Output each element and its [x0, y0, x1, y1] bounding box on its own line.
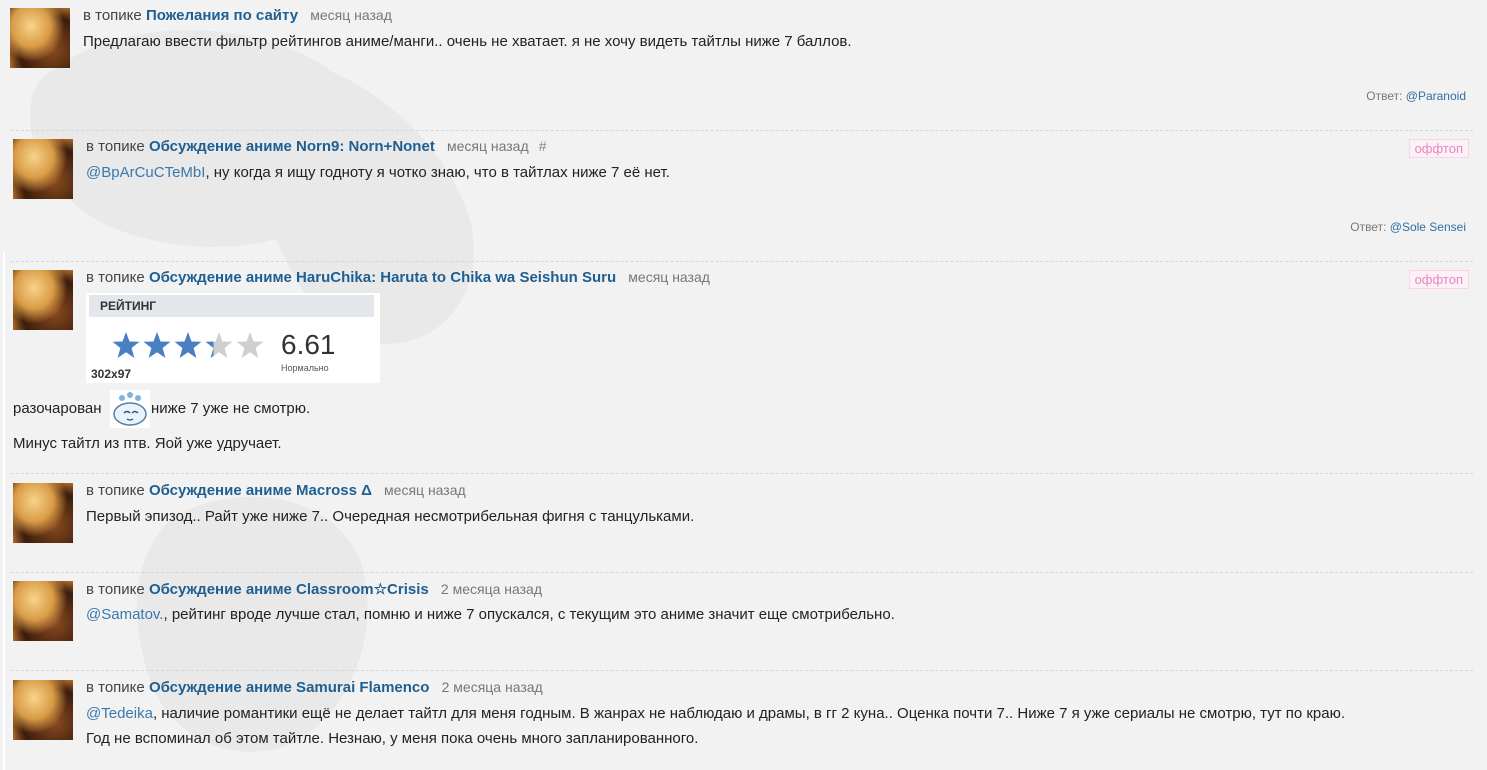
comment-divider: [11, 670, 1473, 671]
star-icon: [143, 332, 171, 358]
topic-link[interactable]: Пожелания по сайту: [146, 7, 298, 24]
reply-line: Ответ: @Sole Sensei: [1350, 220, 1466, 234]
background-figure: [30, 30, 474, 752]
timestamp-link[interactable]: 2 месяца назад: [442, 679, 543, 695]
comment-text-rest: , наличие романтики ещё не делает тайтл …: [152, 705, 1346, 722]
empty-star-icon: [236, 332, 264, 358]
timestamp-link[interactable]: месяц назад: [447, 138, 529, 154]
topic-prefix: в топике: [86, 482, 145, 499]
permalink-hash[interactable]: #: [539, 138, 547, 154]
reply-label: Ответ:: [1366, 89, 1403, 103]
topic-prefix: в топике: [83, 7, 142, 24]
rating-stars: [112, 332, 264, 358]
star-icon: [112, 332, 140, 358]
comment-text: Год не вспоминал об этом тайтле. Незнаю,…: [86, 730, 699, 747]
comment-text: @BpArCuCTeMbI, ну когда я ищу годноту я …: [86, 164, 670, 181]
mention-link[interactable]: @Samatov.: [86, 606, 163, 623]
avatar[interactable]: [13, 139, 73, 199]
topic-link[interactable]: Обсуждение аниме Samurai Flamenco: [149, 679, 430, 696]
comment-text: Первый эпизод.. Райт уже ниже 7.. Очеред…: [86, 508, 695, 525]
image-dimensions: 302x97: [91, 367, 132, 381]
rating-score-label: Нормально: [281, 363, 329, 373]
avatar[interactable]: [13, 581, 73, 641]
timestamp-link[interactable]: месяц назад: [384, 482, 466, 498]
offtop-tag: оффтоп: [1408, 270, 1469, 289]
comment-text: @Tedeika, наличие романтики ещё не делае…: [86, 705, 1345, 722]
comment-divider: [11, 130, 1473, 131]
topic-link[interactable]: Обсуждение аниме Macross Δ: [149, 482, 372, 499]
rating-score: 6.61: [281, 329, 336, 360]
avatar[interactable]: [13, 680, 73, 740]
topic-link[interactable]: Обсуждение аниме HaruChika: Haruta to Ch…: [149, 269, 616, 286]
comment-divider: [11, 473, 1473, 474]
reply-label: Ответ:: [1350, 220, 1387, 234]
sweating-emoji-icon: [110, 390, 150, 428]
rating-title: РЕЙТИНГ: [89, 295, 374, 317]
comment-text: @Samatov., рейтинг вроде лучше стал, пом…: [86, 606, 895, 623]
reply-line: Ответ: @Paranoid: [1366, 89, 1466, 103]
comment-text: Минус тайтл из птв. Яой уже удручает.: [13, 435, 282, 452]
comment-text: ниже 7 уже не смотрю.: [151, 400, 311, 417]
avatar[interactable]: [13, 270, 73, 330]
comment-header: в топике Обсуждение аниме HaruChika: Har…: [86, 269, 710, 286]
topic-prefix: в топике: [86, 581, 145, 598]
comment-text-rest: , рейтинг вроде лучше стал, помню и ниже…: [163, 606, 895, 623]
comment-header: в топике Обсуждение аниме Norn9: Norn+No…: [86, 138, 547, 155]
reply-user-link[interactable]: @Paranoid: [1406, 89, 1466, 103]
star-icon: [174, 332, 202, 358]
comment-header: в топике Пожелания по сайту месяц назад: [83, 7, 392, 24]
offtop-tag: оффтоп: [1408, 139, 1469, 158]
comment-divider: [11, 572, 1473, 573]
timestamp-link[interactable]: месяц назад: [628, 269, 710, 285]
topic-prefix: в топике: [86, 138, 145, 155]
topic-prefix: в топике: [86, 269, 145, 286]
avatar[interactable]: [10, 8, 70, 68]
comment-header: в топике Обсуждение аниме Macross Δ меся…: [86, 482, 466, 499]
half-star-icon: [205, 332, 233, 358]
reply-user-link[interactable]: @Sole Sensei: [1390, 220, 1466, 234]
comment-text-rest: , ну когда я ищу годноту я чотко знаю, ч…: [205, 164, 670, 181]
comment-header: в топике Обсуждение аниме Classroom☆Cris…: [86, 580, 542, 598]
topic-link[interactable]: Обсуждение аниме Norn9: Norn+Nonet: [149, 138, 435, 155]
comment-header: в топике Обсуждение аниме Samurai Flamen…: [86, 679, 543, 696]
comment-divider: [11, 261, 1473, 262]
topic-prefix: в топике: [86, 679, 145, 696]
mention-link[interactable]: @Tedeika: [86, 705, 153, 722]
timestamp-link[interactable]: 2 месяца назад: [441, 581, 542, 597]
avatar[interactable]: [13, 483, 73, 543]
timestamp-link[interactable]: месяц назад: [310, 7, 392, 23]
rating-image[interactable]: РЕЙТИНГ 6.61 Нормально 302x97: [86, 293, 380, 383]
mention-link[interactable]: @BpArCuCTeMbI: [86, 164, 205, 181]
comment-text: разочарован: [13, 400, 102, 417]
comment-text: Предлагаю ввести фильтр рейтингов аниме/…: [83, 33, 852, 50]
thread-left-rule: [3, 252, 5, 770]
topic-link[interactable]: Обсуждение аниме Classroom☆Crisis: [149, 581, 429, 598]
